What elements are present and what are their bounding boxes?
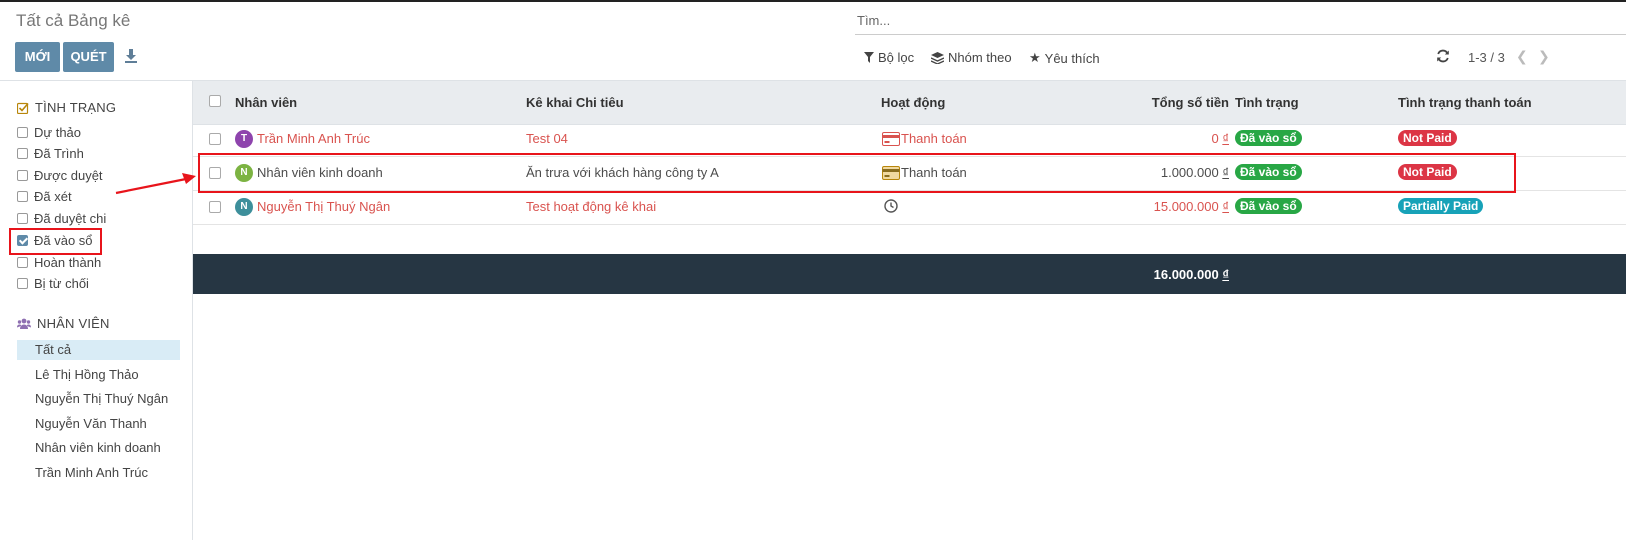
- facet-label: Hoàn thành: [34, 255, 102, 270]
- amount-cell: 0 ₫: [1211, 131, 1229, 146]
- status-facet-payment-approved[interactable]: Đã duyệt chi: [17, 211, 106, 226]
- pager-value: 1-3 / 3: [1468, 50, 1505, 65]
- checkbox[interactable]: [17, 170, 28, 181]
- chevron-right-icon[interactable]: ❯: [1538, 48, 1550, 65]
- employee-facet-item[interactable]: Nguyễn Văn Thanh: [17, 414, 180, 434]
- employee-facet-item[interactable]: Trần Minh Anh Trúc: [17, 463, 180, 483]
- status-facet-reviewed[interactable]: Đã xét: [17, 189, 72, 204]
- credit-card-icon[interactable]: [882, 132, 900, 146]
- employee-cell: Trần Minh Anh Trúc: [257, 131, 370, 146]
- checkbox[interactable]: [17, 257, 28, 268]
- expense-cell: Test hoạt động kê khai: [526, 199, 657, 214]
- employee-title-text: NHÂN VIÊN: [37, 316, 110, 331]
- group-by-menu[interactable]: Nhóm theo: [931, 50, 1012, 65]
- avatar: T: [235, 130, 253, 148]
- highlight-box-row: [198, 153, 1516, 193]
- checked-square-icon: [17, 102, 29, 114]
- employee-facet-item[interactable]: Nguyễn Thị Thuý Ngân: [17, 389, 180, 409]
- checkbox[interactable]: [17, 278, 28, 289]
- search-panel: TÌNH TRẠNG Dự thảo Đã Trình Được duyệt Đ…: [0, 81, 193, 540]
- annotation-arrow-icon: [115, 173, 196, 195]
- facet-label: Được duyệt: [34, 168, 103, 183]
- layers-icon: [931, 51, 944, 64]
- favorites-label: Yêu thích: [1044, 50, 1100, 66]
- highlight-box-facet: [9, 228, 102, 255]
- row-checkbox[interactable]: [209, 133, 221, 145]
- table-row[interactable]: N Nguyễn Thị Thuý Ngân Test hoạt động kê…: [193, 191, 1626, 225]
- expense-cell: Test 04: [526, 131, 568, 146]
- avatar: N: [235, 198, 253, 216]
- page-title: Tất cả Bảng kê: [16, 11, 131, 30]
- status-title-text: TÌNH TRẠNG: [35, 100, 117, 115]
- status-facet-draft[interactable]: Dự thảo: [17, 125, 81, 140]
- scan-button[interactable]: QUÉT: [63, 42, 114, 72]
- payment-status-badge: Not Paid: [1398, 130, 1457, 146]
- column-header-activity[interactable]: Hoạt động: [881, 95, 945, 110]
- facet-label: Dự thảo: [34, 125, 82, 140]
- column-header-payment-status[interactable]: Tình trạng thanh toán: [1398, 95, 1532, 110]
- facet-label: Đã Trình: [34, 146, 84, 161]
- checkbox[interactable]: [17, 213, 28, 224]
- checkbox[interactable]: [17, 127, 28, 138]
- favorites-menu[interactable]: ★ Yêu thích: [1029, 50, 1100, 66]
- search-bar: [855, 8, 1626, 35]
- search-input[interactable]: [855, 8, 1559, 32]
- checkbox[interactable]: [17, 191, 28, 202]
- control-panel: Tất cả Bảng kê MỚI QUÉT Bộ lọc Nhóm theo…: [0, 2, 1626, 81]
- row-checkbox[interactable]: [209, 201, 221, 213]
- employee-facet-all[interactable]: Tất cả: [17, 340, 180, 360]
- column-header-employee[interactable]: Nhân viên: [235, 95, 297, 110]
- star-icon: ★: [1029, 50, 1041, 65]
- column-header-status[interactable]: Tình trạng: [1235, 95, 1299, 110]
- chevron-left-icon[interactable]: ❮: [1516, 48, 1528, 65]
- filter-menu[interactable]: Bộ lọc: [864, 50, 914, 65]
- facet-label: Đã duyệt chi: [34, 211, 107, 226]
- new-button[interactable]: MỚI: [15, 42, 60, 72]
- activity-cell: Thanh toán: [901, 131, 967, 146]
- status-facet-done[interactable]: Hoàn thành: [17, 255, 101, 270]
- employee-cell: Nguyễn Thị Thuý Ngân: [257, 199, 391, 214]
- payment-status-badge: Partially Paid: [1398, 198, 1484, 214]
- amount-cell: 15.000.000 ₫: [1153, 199, 1229, 214]
- download-icon[interactable]: [124, 48, 138, 64]
- status-facet-submitted[interactable]: Đã Trình: [17, 146, 84, 161]
- column-header-amount[interactable]: Tổng số tiền: [1129, 95, 1229, 110]
- table-footer: 16.000.000 ₫: [193, 254, 1626, 294]
- checkbox[interactable]: [17, 148, 28, 159]
- filter-icon: [864, 52, 874, 63]
- status-facet-refused[interactable]: Bị từ chối: [17, 276, 89, 291]
- users-icon: [17, 318, 31, 329]
- group-by-label: Nhóm theo: [948, 50, 1012, 65]
- status-section-title: TÌNH TRẠNG: [17, 100, 116, 115]
- status-badge: Đã vào sổ: [1235, 130, 1302, 146]
- filter-label: Bộ lọc: [878, 50, 915, 65]
- employee-facet-item[interactable]: Lê Thị Hồng Thảo: [17, 365, 180, 385]
- total-amount: 16.000.000 ₫: [1153, 267, 1229, 282]
- status-facet-approved[interactable]: Được duyệt: [17, 168, 103, 183]
- refresh-icon[interactable]: [1436, 49, 1450, 63]
- status-badge: Đã vào sổ: [1235, 198, 1302, 214]
- clock-icon[interactable]: [884, 199, 898, 213]
- facet-label: Bị từ chối: [34, 276, 89, 291]
- employee-facet-item[interactable]: Nhân viên kinh doanh: [17, 438, 180, 458]
- column-header-expense[interactable]: Kê khai Chi tiêu: [526, 95, 624, 110]
- select-all-checkbox[interactable]: [209, 95, 221, 107]
- employee-section-title: NHÂN VIÊN: [17, 316, 110, 331]
- facet-label: Đã xét: [34, 189, 72, 204]
- table-header: Nhân viên Kê khai Chi tiêu Hoạt động Tổn…: [193, 81, 1626, 125]
- table-row[interactable]: T Trần Minh Anh Trúc Test 04 Thanh toán …: [193, 123, 1626, 157]
